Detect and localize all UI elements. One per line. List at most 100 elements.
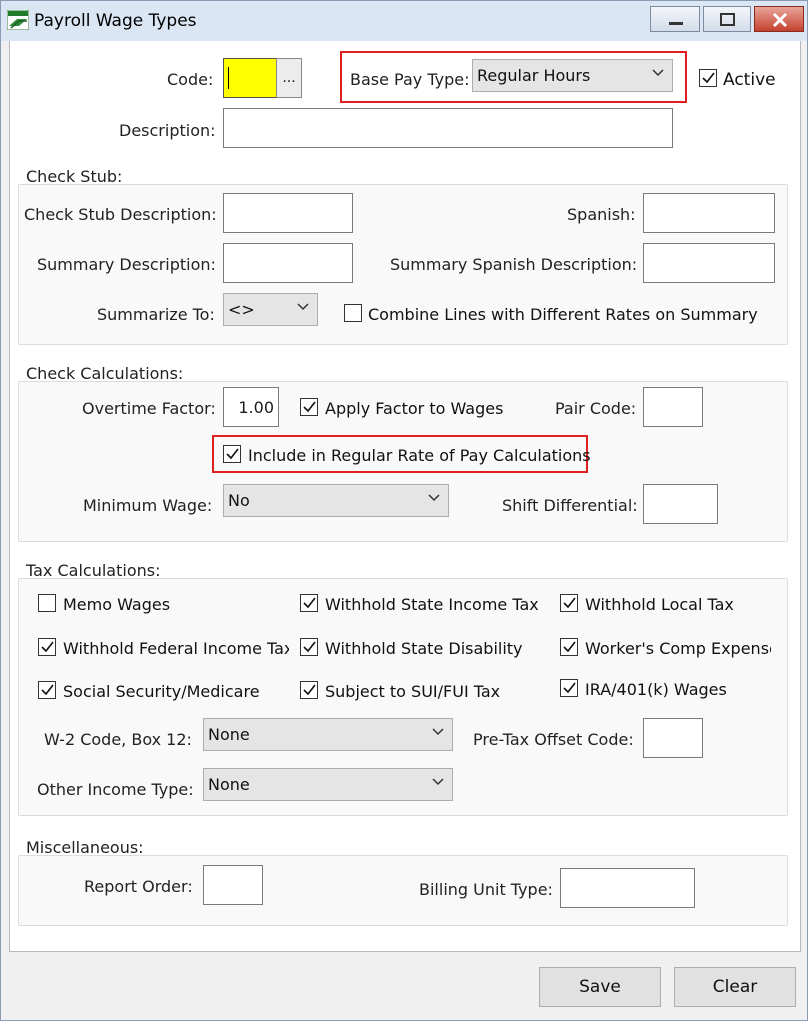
window-title: Payroll Wage Types [34,11,197,31]
description-label: Description: [119,121,216,140]
check-icon [563,682,576,694]
summary-description-field[interactable] [223,243,353,283]
save-button[interactable]: Save [539,967,661,1007]
code-field[interactable] [223,58,278,98]
withhold-state-disability-checkbox[interactable] [300,638,318,656]
social-security-label: Social Security/Medicare [63,682,260,701]
check-calculations-title: Check Calculations: [26,364,184,383]
lookup-button-label: ... [282,70,296,86]
minimize-button[interactable] [650,6,700,32]
close-button[interactable] [754,6,804,32]
tax-calculations-title: Tax Calculations: [26,561,161,580]
report-order-field[interactable] [203,865,263,905]
workers-comp-label: Worker's Comp Expense [585,639,771,658]
maximize-button[interactable] [703,6,751,32]
other-income-label: Other Income Type: [37,780,194,799]
overtime-factor-label: Overtime Factor: [82,399,216,418]
spanish-field[interactable] [643,193,775,233]
workers-comp-checkbox[interactable] [560,638,578,656]
include-regular-rate-checkbox[interactable] [223,445,241,463]
w2-code-dropdown[interactable]: None [203,718,453,751]
summarize-to-label: Summarize To: [97,305,215,324]
chevron-down-icon [297,303,309,311]
chevron-down-icon [432,778,444,786]
check-icon [563,597,576,609]
base-pay-type-value: Regular Hours [477,66,591,85]
check-icon [303,597,316,609]
pretax-offset-field[interactable] [643,718,703,758]
check-stub-description-label: Check Stub Description: [24,205,217,224]
overtime-factor-field[interactable]: 1.00 [223,387,279,427]
payroll-wage-types-window: Payroll Wage Types Code: ... Base Pay Ty… [0,0,808,1021]
chevron-down-icon [428,494,440,502]
app-icon [7,10,29,30]
chevron-down-icon [432,728,444,736]
description-field[interactable] [223,108,673,148]
clear-button[interactable]: Clear [674,967,796,1007]
check-icon [303,401,316,413]
withhold-local-checkbox[interactable] [560,594,578,612]
withhold-state-income-label: Withhold State Income Tax [325,595,539,614]
apply-factor-checkbox[interactable] [300,398,318,416]
include-regular-rate-label: Include in Regular Rate of Pay Calculati… [248,446,591,465]
memo-wages-checkbox[interactable] [38,594,56,612]
minimum-wage-value: No [228,491,250,510]
active-label: Active [723,70,776,90]
social-security-checkbox[interactable] [38,681,56,699]
minimize-icon [669,22,683,25]
billing-unit-field[interactable] [560,868,695,908]
form-body: Code: ... Base Pay Type: Regular Hours A… [9,41,801,952]
base-pay-type-label: Base Pay Type: [350,70,470,89]
overtime-factor-value: 1.00 [238,398,274,417]
close-icon [772,12,788,28]
title-bar[interactable]: Payroll Wage Types [1,1,807,41]
maximize-icon [720,13,735,26]
summarize-to-dropdown[interactable]: <> [223,293,318,326]
check-stub-description-field[interactable] [223,193,353,233]
minimum-wage-label: Minimum Wage: [83,496,213,515]
withhold-federal-checkbox[interactable] [38,638,56,656]
ira-401k-label: IRA/401(k) Wages [585,680,727,699]
withhold-state-income-checkbox[interactable] [300,594,318,612]
chevron-down-icon [652,69,664,77]
subject-sui-fui-checkbox[interactable] [300,681,318,699]
withhold-federal-label: Withhold Federal Income Tax [63,639,289,658]
base-pay-type-dropdown[interactable]: Regular Hours [472,59,673,92]
pair-code-label: Pair Code: [555,399,637,418]
footer-bar: Save Clear [1,953,807,1020]
summary-spanish-field[interactable] [643,243,775,283]
pretax-offset-label: Pre-Tax Offset Code: [473,730,634,749]
withhold-state-disability-label: Withhold State Disability [325,639,523,658]
apply-factor-label: Apply Factor to Wages [325,399,504,418]
summarize-to-value: <> [228,300,255,319]
summary-spanish-label: Summary Spanish Description: [390,255,638,274]
pair-code-field[interactable] [643,387,703,427]
w2-code-value: None [208,725,250,744]
check-icon [563,641,576,653]
check-icon [303,641,316,653]
summary-description-label: Summary Description: [37,255,216,274]
billing-unit-label: Billing Unit Type: [419,880,553,899]
combine-lines-checkbox[interactable] [344,304,362,322]
memo-wages-label: Memo Wages [63,595,171,614]
report-order-label: Report Order: [84,877,193,896]
w2-code-label: W-2 Code, Box 12: [44,730,192,749]
combine-lines-label: Combine Lines with Different Rates on Su… [368,305,758,324]
other-income-dropdown[interactable]: None [203,768,453,801]
check-icon [41,641,54,653]
ira-401k-checkbox[interactable] [560,679,578,697]
check-icon [303,684,316,696]
check-icon [226,448,239,460]
shift-differential-field[interactable] [643,484,718,524]
code-label: Code: [167,70,214,89]
miscellaneous-title: Miscellaneous: [26,838,144,857]
subject-sui-fui-label: Subject to SUI/FUI Tax [325,682,501,701]
check-stub-title: Check Stub: [26,167,123,186]
active-checkbox[interactable] [699,69,717,87]
minimum-wage-dropdown[interactable]: No [223,484,449,517]
code-lookup-button[interactable]: ... [276,58,302,98]
spanish-label: Spanish: [567,205,636,224]
shift-differential-label: Shift Differential: [502,496,638,515]
check-icon [702,72,715,84]
other-income-value: None [208,775,250,794]
